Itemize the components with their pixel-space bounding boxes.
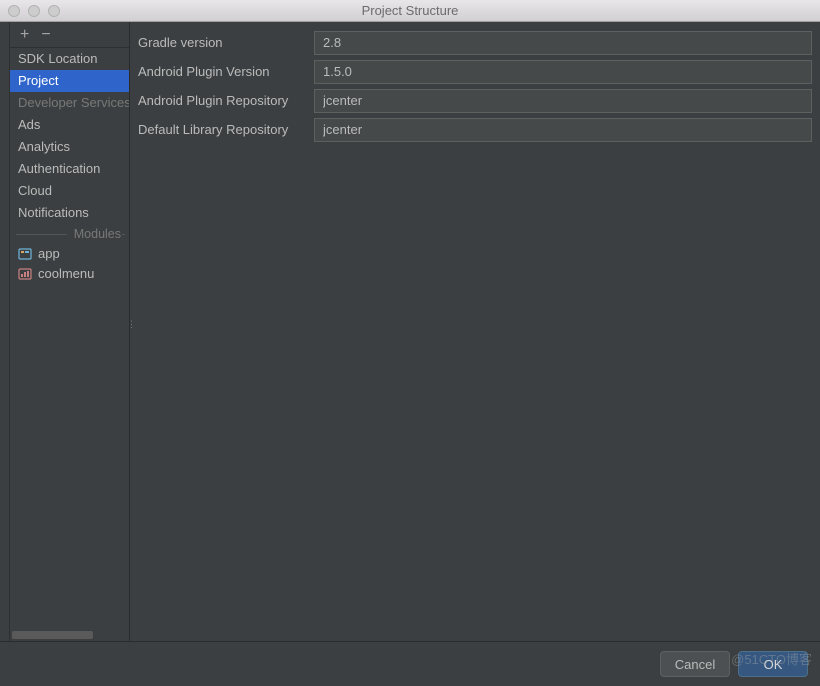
label-gradle-version: Gradle version bbox=[138, 35, 314, 50]
sidebar-scrollbar[interactable] bbox=[12, 631, 127, 639]
sidebar-item-label: Ads bbox=[18, 117, 40, 132]
sidebar-toolbar: + − bbox=[10, 22, 129, 48]
dialog-footer: Cancel OK bbox=[0, 641, 820, 686]
sidebar-item-analytics[interactable]: Analytics bbox=[10, 136, 129, 158]
row-gradle-version: Gradle version bbox=[138, 28, 812, 57]
sidebar-item-label: app bbox=[38, 245, 60, 263]
module-app-icon bbox=[18, 247, 32, 261]
label-android-plugin-repo: Android Plugin Repository bbox=[138, 93, 314, 108]
split-grip-icon[interactable]: ⋮ bbox=[127, 322, 133, 342]
label-default-library-repo: Default Library Repository bbox=[138, 122, 314, 137]
minimize-window-icon[interactable] bbox=[28, 5, 40, 17]
dialog-body: + − SDK Location Project Developer Servi… bbox=[0, 22, 820, 641]
sidebar-item-authentication[interactable]: Authentication bbox=[10, 158, 129, 180]
sidebar-item-ads[interactable]: Ads bbox=[10, 114, 129, 136]
sidebar-item-project[interactable]: Project bbox=[10, 70, 129, 92]
input-default-library-repo[interactable] bbox=[314, 118, 812, 142]
window-controls bbox=[0, 5, 60, 17]
sidebar-item-notifications[interactable]: Notifications bbox=[10, 202, 129, 224]
zoom-window-icon[interactable] bbox=[48, 5, 60, 17]
sidebar: + − SDK Location Project Developer Servi… bbox=[10, 22, 130, 641]
input-android-plugin-repo[interactable] bbox=[314, 89, 812, 113]
label-android-plugin-version: Android Plugin Version bbox=[138, 64, 314, 79]
row-android-plugin-version: Android Plugin Version bbox=[138, 57, 812, 86]
sidebar-item-label: Project bbox=[18, 73, 58, 88]
left-gutter bbox=[0, 22, 10, 641]
ok-button[interactable]: OK bbox=[738, 651, 808, 677]
close-window-icon[interactable] bbox=[8, 5, 20, 17]
cancel-button[interactable]: Cancel bbox=[660, 651, 730, 677]
sidebar-item-label: coolmenu bbox=[38, 265, 94, 283]
input-gradle-version[interactable] bbox=[314, 31, 812, 55]
sidebar-item-label: Notifications bbox=[18, 205, 89, 220]
sidebar-item-sdk-location[interactable]: SDK Location bbox=[10, 48, 129, 70]
sidebar-item-label: SDK Location bbox=[18, 51, 98, 66]
sidebar-section-modules: Modules bbox=[10, 224, 129, 244]
row-default-library-repo: Default Library Repository bbox=[138, 115, 812, 144]
titlebar: Project Structure bbox=[0, 0, 820, 22]
main-panel: ⋮ Gradle version Android Plugin Version … bbox=[130, 22, 820, 641]
sidebar-item-cloud[interactable]: Cloud bbox=[10, 180, 129, 202]
sidebar-item-label: Analytics bbox=[18, 139, 70, 154]
sidebar-item-label: Cloud bbox=[18, 183, 52, 198]
sidebar-module-app[interactable]: app bbox=[10, 244, 129, 264]
sidebar-item-label: Authentication bbox=[18, 161, 100, 176]
add-icon[interactable]: + bbox=[20, 27, 29, 43]
row-android-plugin-repo: Android Plugin Repository bbox=[138, 86, 812, 115]
remove-icon[interactable]: − bbox=[41, 27, 50, 43]
input-android-plugin-version[interactable] bbox=[314, 60, 812, 84]
sidebar-header-developer-services: Developer Services bbox=[10, 92, 129, 114]
sidebar-module-coolmenu[interactable]: coolmenu bbox=[10, 264, 129, 284]
sidebar-scrollbar-thumb[interactable] bbox=[12, 631, 93, 639]
window-title: Project Structure bbox=[0, 3, 820, 18]
module-lib-icon bbox=[18, 267, 32, 281]
